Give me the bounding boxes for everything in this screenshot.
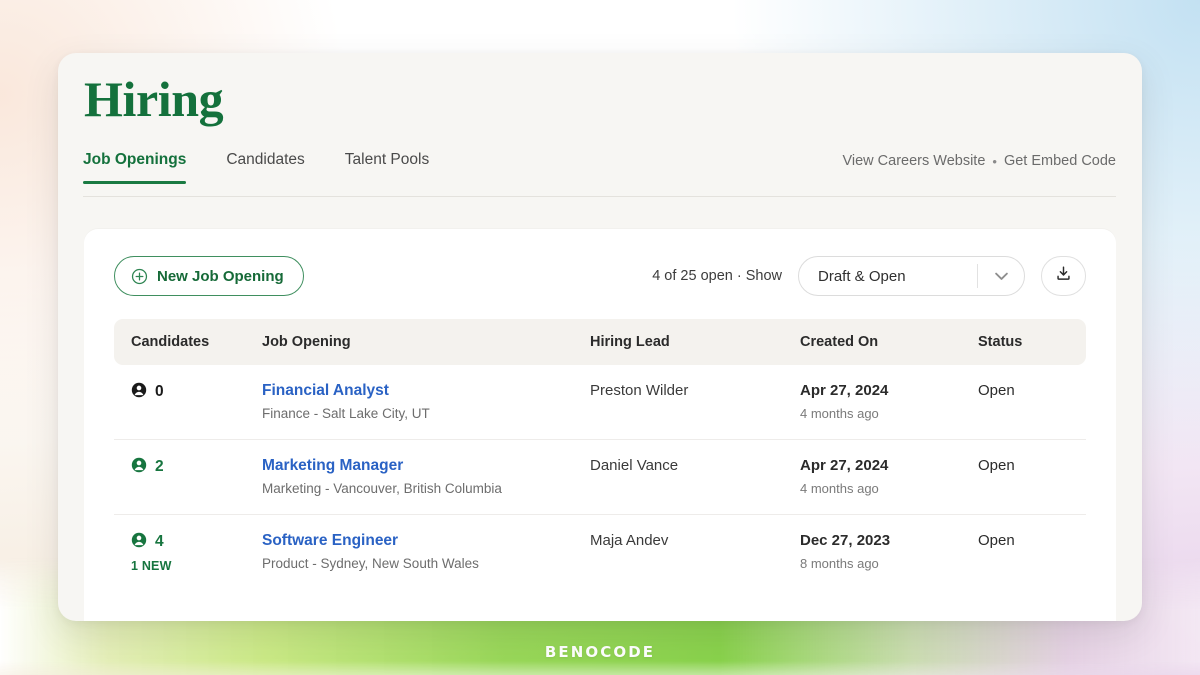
cell-candidates: 2	[114, 457, 256, 477]
cell-job-opening: Financial Analyst Finance - Salt Lake Ci…	[256, 382, 584, 421]
download-icon	[1055, 265, 1072, 287]
cell-created-on: Apr 27, 2024 4 months ago	[794, 382, 972, 421]
created-date: Dec 27, 2023	[800, 532, 891, 550]
cell-created-on: Dec 27, 2023 8 months ago	[794, 532, 972, 571]
table-row[interactable]: 2 Marketing Manager Marketing - Vancouve…	[114, 440, 1086, 516]
job-department-location: Product - Sydney, New South Wales	[262, 556, 479, 572]
get-embed-code-link[interactable]: Get Embed Code	[1004, 153, 1116, 169]
job-department-location: Marketing - Vancouver, British Columbia	[262, 481, 502, 497]
column-header-job-opening: Job Opening	[262, 334, 351, 350]
hiring-lead-name: Maja Andev	[590, 532, 669, 550]
candidate-count: 2	[155, 458, 164, 476]
cell-job-opening: Marketing Manager Marketing - Vancouver,…	[256, 457, 584, 496]
panel-toolbar: New Job Opening 4 of 25 open · Show Draf…	[114, 255, 1086, 297]
toolbar-right-group: 4 of 25 open · Show Draft & Open	[652, 256, 1086, 296]
new-job-opening-label: New Job Opening	[157, 267, 284, 285]
cell-candidates: 0	[114, 382, 256, 402]
hiring-lead-name: Daniel Vance	[590, 457, 679, 475]
person-icon	[131, 457, 147, 477]
status-badge: Open	[978, 532, 1015, 550]
column-header-created-on: Created On	[800, 334, 879, 350]
link-separator: •	[992, 153, 997, 169]
cell-status: Open	[972, 382, 1086, 400]
column-header-hiring-lead: Hiring Lead	[590, 334, 670, 350]
hiring-lead-name: Preston Wilder	[590, 382, 689, 399]
table-row[interactable]: 4 1 NEW Software Engineer Product - Sydn…	[114, 515, 1086, 591]
chevron-down-icon[interactable]	[978, 272, 1024, 281]
cell-created-on: Apr 27, 2024 4 months ago	[794, 457, 972, 496]
cell-status: Open	[972, 532, 1086, 550]
page-title: Hiring	[84, 71, 224, 127]
person-icon	[131, 532, 147, 552]
created-relative: 4 months ago	[800, 480, 879, 496]
table-header-row: Candidates Job Opening Hiring Lead Creat…	[114, 319, 1086, 365]
cell-job-opening: Software Engineer Product - Sydney, New …	[256, 532, 584, 571]
tab-bar: Job Openings Candidates Talent Pools Vie…	[83, 149, 1116, 197]
candidate-count: 4	[155, 533, 164, 551]
created-relative: 8 months ago	[800, 555, 879, 571]
tab-talent-pools[interactable]: Talent Pools	[345, 149, 429, 183]
tab-job-openings[interactable]: Job Openings	[83, 149, 187, 184]
created-date: Apr 27, 2024	[800, 382, 889, 399]
candidate-count: 0	[155, 383, 164, 401]
cell-hiring-lead: Maja Andev	[584, 532, 794, 550]
status-badge: Open	[978, 457, 1015, 475]
open-count-text[interactable]: 4 of 25 open · Show	[652, 268, 782, 284]
new-candidates-badge: 1 NEW	[131, 559, 172, 574]
hiring-app-card: Hiring Job Openings Candidates Talent Po…	[58, 53, 1142, 621]
table-body: 0 Financial Analyst Finance - Salt Lake …	[114, 365, 1086, 591]
plus-circle-icon	[131, 268, 148, 285]
cell-status: Open	[972, 457, 1086, 475]
job-openings-table: Candidates Job Opening Hiring Lead Creat…	[114, 319, 1086, 591]
header-links: View Careers Website • Get Embed Code	[842, 153, 1116, 169]
column-header-candidates: Candidates	[131, 334, 210, 350]
cell-hiring-lead: Preston Wilder	[584, 382, 794, 400]
cell-hiring-lead: Daniel Vance	[584, 457, 794, 475]
job-title-link[interactable]: Software Engineer	[262, 532, 578, 549]
job-openings-panel: New Job Opening 4 of 25 open · Show Draf…	[84, 229, 1116, 621]
cell-candidates: 4 1 NEW	[114, 532, 256, 573]
job-title-link[interactable]: Marketing Manager	[262, 457, 578, 474]
column-header-status: Status	[978, 334, 1023, 350]
created-date: Apr 27, 2024	[800, 457, 889, 475]
status-filter-select[interactable]: Draft & Open	[798, 256, 1025, 296]
view-careers-website-link[interactable]: View Careers Website	[842, 153, 985, 169]
person-icon	[131, 382, 147, 402]
status-badge: Open	[978, 382, 1015, 399]
table-row[interactable]: 0 Financial Analyst Finance - Salt Lake …	[114, 365, 1086, 441]
benocode-watermark: BENOCODE	[544, 643, 656, 661]
status-filter-value: Draft & Open	[818, 267, 906, 285]
new-job-opening-button[interactable]: New Job Opening	[114, 256, 304, 296]
created-relative: 4 months ago	[800, 405, 879, 421]
download-button[interactable]	[1041, 256, 1086, 296]
job-department-location: Finance - Salt Lake City, UT	[262, 406, 430, 422]
job-title-link[interactable]: Financial Analyst	[262, 382, 578, 399]
tab-candidates[interactable]: Candidates	[226, 149, 304, 183]
